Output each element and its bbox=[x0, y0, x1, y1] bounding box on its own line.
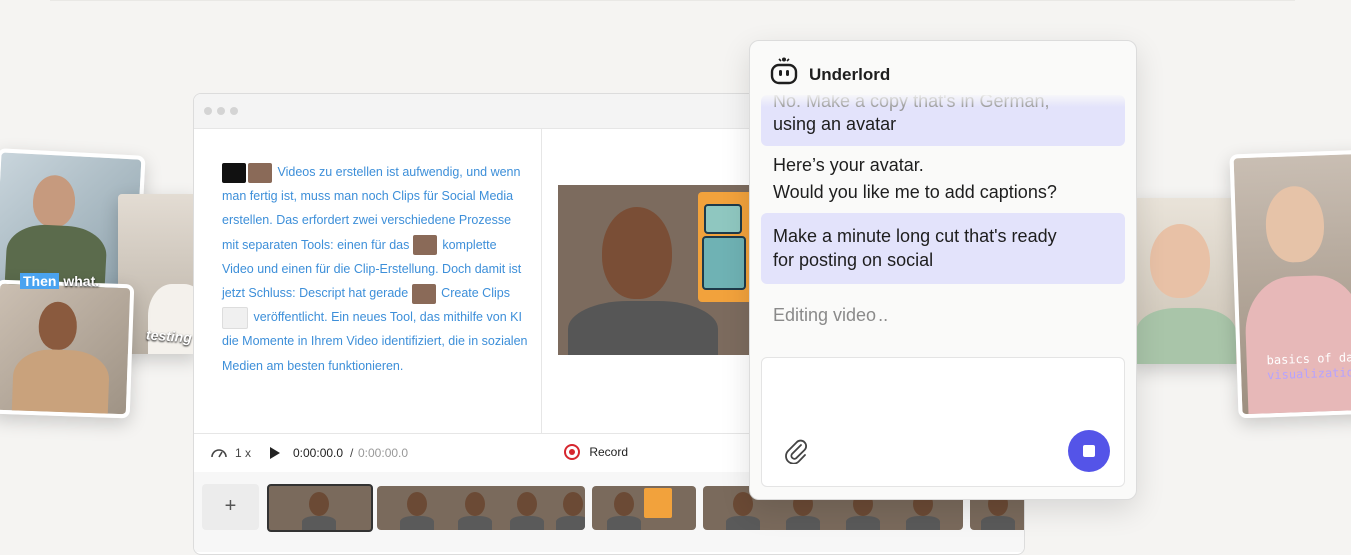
speaker-avatar[interactable] bbox=[411, 283, 436, 304]
speaker-avatar[interactable] bbox=[248, 162, 272, 183]
record-label: Record bbox=[589, 445, 629, 459]
timeline-clip[interactable] bbox=[267, 484, 373, 532]
time-separator: / bbox=[350, 446, 354, 460]
timeline-clip[interactable] bbox=[592, 486, 696, 530]
window-dot[interactable] bbox=[230, 107, 238, 115]
photo-card-woman-presenting: basics of da visualizatio bbox=[1229, 149, 1351, 419]
scroll-fade bbox=[750, 93, 1136, 107]
status-text: Editing video.. bbox=[773, 305, 889, 325]
chat-input[interactable] bbox=[761, 357, 1125, 487]
stop-button[interactable] bbox=[1068, 430, 1110, 472]
photo-card-woman-glasses bbox=[1132, 198, 1242, 364]
photo-card-woman-talking bbox=[0, 279, 135, 419]
robot-icon bbox=[770, 57, 798, 85]
playback-speed[interactable]: 1 x bbox=[235, 446, 251, 460]
underlord-chat-panel: Underlord No. Make a copy that's in Germ… bbox=[749, 40, 1137, 500]
pane-divider[interactable] bbox=[541, 128, 542, 433]
window-dot[interactable] bbox=[217, 107, 225, 115]
total-time: 0:00:00.0 bbox=[358, 446, 409, 460]
status-dots: .. bbox=[878, 305, 889, 325]
record-button[interactable]: Record bbox=[564, 444, 628, 462]
script-text-3: Create Clips bbox=[441, 286, 510, 301]
user-message-line: for posting on social bbox=[773, 250, 934, 270]
window-dot[interactable] bbox=[204, 107, 212, 115]
caption-testing: testing bbox=[145, 326, 193, 346]
user-message-line: using an avatar bbox=[773, 114, 897, 134]
script-editor[interactable]: Videos zu erstellen ist aufwendig, und w… bbox=[222, 160, 530, 378]
assistant-message: Here’s your avatar. Would you like me to… bbox=[773, 155, 1057, 202]
timeline-clip[interactable] bbox=[377, 486, 585, 530]
add-clip-button[interactable]: + bbox=[202, 484, 259, 530]
user-message-line: Make a minute long cut that's ready bbox=[773, 226, 1057, 246]
speaker-avatar[interactable] bbox=[412, 235, 437, 256]
user-message: Make a minute long cut that's ready for … bbox=[761, 213, 1125, 284]
current-time: 0:00:00.0 bbox=[293, 446, 344, 460]
image-thumbnail[interactable] bbox=[222, 306, 248, 329]
paperclip-icon[interactable] bbox=[784, 438, 808, 464]
speed-icon[interactable] bbox=[210, 446, 228, 460]
top-border bbox=[50, 0, 1295, 1]
robot-thumbnail bbox=[644, 488, 672, 518]
media-thumbnail[interactable] bbox=[222, 162, 246, 183]
chat-title: Underlord bbox=[809, 65, 891, 84]
record-icon bbox=[564, 444, 580, 460]
caption-then-what: Then what. bbox=[20, 273, 99, 289]
play-icon[interactable] bbox=[269, 446, 281, 460]
code-caption: basics of da visualizatio bbox=[1266, 350, 1351, 383]
script-text-4: veröffentlicht. Ein neues Tool, das mith… bbox=[222, 310, 528, 373]
